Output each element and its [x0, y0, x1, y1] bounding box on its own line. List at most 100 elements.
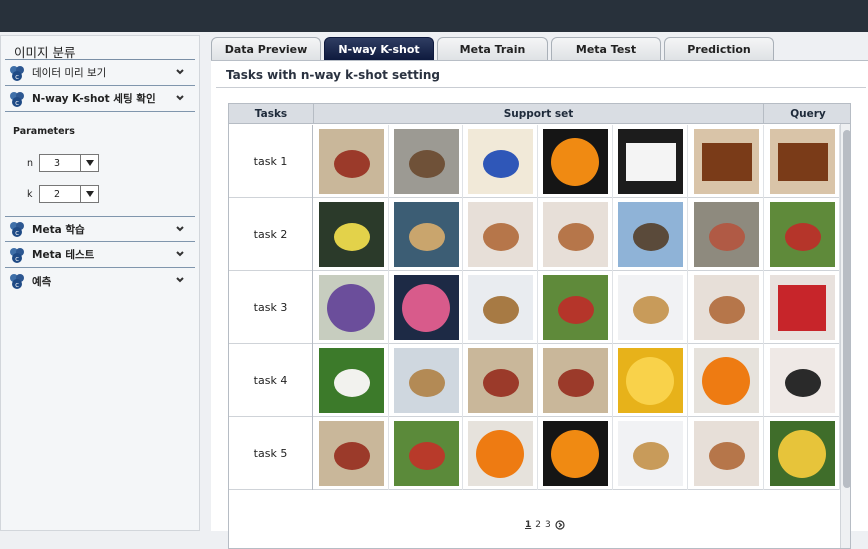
- query-image-cell: [764, 344, 840, 417]
- puppy-image[interactable]: [543, 202, 608, 267]
- fruit-bowl-image[interactable]: [468, 129, 533, 194]
- pink-doily-image[interactable]: [394, 275, 459, 340]
- bird-on-branch-image[interactable]: [468, 348, 533, 413]
- chevron-down-icon: [176, 277, 184, 283]
- support-image-cell: [314, 271, 389, 344]
- page-link-2[interactable]: 2: [535, 520, 541, 530]
- dropdown-arrow-icon[interactable]: [80, 155, 98, 171]
- support-image-cell: [389, 125, 463, 198]
- tab-nway-kshot[interactable]: N-way K-shot: [324, 37, 434, 60]
- sidebar-item-predict[interactable]: c 예측: [5, 268, 195, 294]
- tab-meta-test[interactable]: Meta Test: [551, 37, 661, 60]
- column-header-tasks: Tasks: [229, 104, 314, 124]
- brown-bird-image[interactable]: [394, 129, 459, 194]
- tasks-table: Tasks Support set Query task 1 task 2 task…: [228, 103, 851, 549]
- cube-icon: c: [10, 247, 24, 263]
- puppy-in-basket-image[interactable]: [394, 348, 459, 413]
- support-image-cell: [613, 198, 688, 271]
- sidebar-item-nway-kshot[interactable]: c N-way K-shot 세팅 확인: [5, 86, 195, 112]
- scrollbar-thumb[interactable]: [843, 130, 850, 488]
- tab-data-preview[interactable]: Data Preview: [211, 37, 321, 60]
- support-image-cell: [688, 198, 764, 271]
- param-k-row: k 2: [27, 185, 99, 203]
- puppies-image[interactable]: [618, 275, 683, 340]
- piano-keys-image[interactable]: [618, 129, 683, 194]
- tab-meta-train[interactable]: Meta Train: [437, 37, 548, 60]
- birds-on-branch-image[interactable]: [618, 202, 683, 267]
- table-row: task 3: [229, 271, 840, 344]
- bird-on-branch-image[interactable]: [319, 421, 384, 486]
- table-row: task 2: [229, 198, 840, 271]
- upright-piano-image[interactable]: [694, 129, 759, 194]
- dropdown-arrow-icon[interactable]: [80, 186, 98, 202]
- column-header-query: Query: [790, 108, 826, 120]
- birds-at-feeder-image[interactable]: [394, 202, 459, 267]
- svg-text:c: c: [15, 229, 19, 237]
- red-bird-image[interactable]: [543, 275, 608, 340]
- cube-icon: c: [10, 65, 24, 81]
- support-image-cell: [688, 125, 764, 198]
- page-link-3[interactable]: 3: [545, 520, 551, 530]
- black-poodle-image[interactable]: [770, 348, 835, 413]
- table-row: task 5: [229, 417, 840, 490]
- support-image-cell: [538, 417, 613, 490]
- support-image-cell: [613, 417, 688, 490]
- param-k-label: k: [27, 188, 33, 200]
- query-image-cell: [764, 198, 840, 271]
- orange-slices-image[interactable]: [694, 348, 759, 413]
- next-circle-icon[interactable]: [555, 520, 565, 530]
- upright-piano-image[interactable]: [770, 129, 835, 194]
- puppy-image[interactable]: [694, 275, 759, 340]
- small-bird-image[interactable]: [468, 275, 533, 340]
- support-image-cell: [688, 417, 764, 490]
- red-bird-image[interactable]: [770, 202, 835, 267]
- svg-text:c: c: [15, 281, 19, 289]
- puppy-image[interactable]: [694, 421, 759, 486]
- orange-image[interactable]: [543, 129, 608, 194]
- param-n-row: n 3: [27, 154, 99, 172]
- support-image-cell: [389, 417, 463, 490]
- table-header: Tasks Support set Query: [229, 104, 850, 124]
- support-image-cell: [463, 271, 538, 344]
- chevron-down-icon: [176, 226, 184, 232]
- bird-on-branch-image[interactable]: [543, 348, 608, 413]
- divider: [216, 87, 866, 88]
- support-image-cell: [688, 344, 764, 417]
- tab-prediction[interactable]: Prediction: [664, 37, 774, 60]
- white-dog-image[interactable]: [319, 348, 384, 413]
- bird-on-branch-image[interactable]: [319, 129, 384, 194]
- vertical-scrollbar[interactable]: [840, 124, 850, 548]
- orange-slice-image[interactable]: [618, 348, 683, 413]
- purple-doily-image[interactable]: [319, 275, 384, 340]
- svg-text:c: c: [15, 255, 19, 263]
- puppy-image[interactable]: [468, 202, 533, 267]
- bird-on-birdhouse-image[interactable]: [394, 421, 459, 486]
- puppies-image[interactable]: [618, 421, 683, 486]
- orange-slices-image[interactable]: [468, 421, 533, 486]
- lemon-tree-image[interactable]: [770, 421, 835, 486]
- support-image-cell: [538, 271, 613, 344]
- param-k-value: 2: [54, 188, 61, 200]
- param-n-select[interactable]: 3: [39, 154, 99, 172]
- support-image-cell: [688, 271, 764, 344]
- sidebar-title: 이미지 분류: [5, 36, 195, 60]
- sidebar-item-label: 데이터 미리 보기: [32, 67, 107, 79]
- support-image-cell: [314, 417, 389, 490]
- sidebar-item-meta-train[interactable]: c Meta 학습: [5, 216, 195, 242]
- support-image-cell: [613, 125, 688, 198]
- sidebar-item-meta-test[interactable]: c Meta 테스트: [5, 242, 195, 268]
- sidebar-item-label: Meta 테스트: [32, 249, 95, 261]
- task-label: task 3: [229, 271, 313, 344]
- fence-image[interactable]: [694, 202, 759, 267]
- tropical-fish-image[interactable]: [319, 202, 384, 267]
- support-image-cell: [389, 344, 463, 417]
- orange-image[interactable]: [543, 421, 608, 486]
- support-image-cell: [463, 198, 538, 271]
- sidebar-item-label: 예측: [32, 275, 52, 288]
- sidebar-item-data-preview[interactable]: c 데이터 미리 보기: [5, 60, 195, 86]
- red-knit-image[interactable]: [770, 275, 835, 340]
- support-image-cell: [538, 125, 613, 198]
- tab-panel: Tasks with n-way k-shot setting Tasks Su…: [211, 60, 868, 549]
- page-link-1[interactable]: 1: [525, 520, 531, 530]
- param-k-select[interactable]: 2: [39, 185, 99, 203]
